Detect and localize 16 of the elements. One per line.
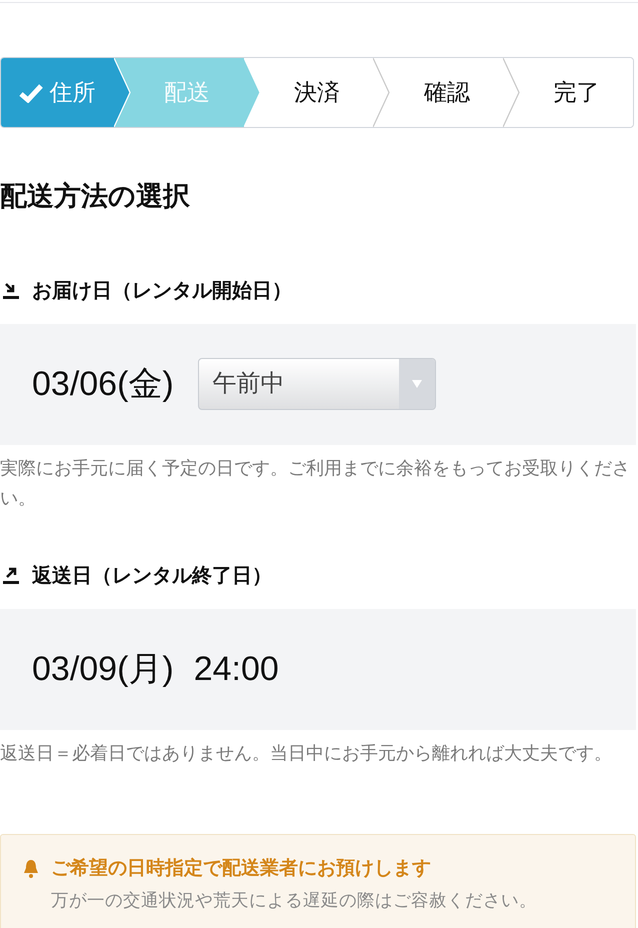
section-heading: お届け日（レンタル開始日） (32, 278, 292, 304)
tray-out-icon (0, 566, 22, 585)
date-text: 03/06(金) (32, 364, 174, 405)
time-select[interactable]: 午前中 (198, 358, 436, 410)
tray-in-icon (0, 282, 22, 300)
dropdown-caret-icon (410, 379, 423, 390)
time-text: 24:00 (194, 648, 279, 690)
date-text: 03/09(月) (32, 648, 174, 690)
note-text: 返送日＝必着日ではありません。当日中にお手元から離れれば大丈夫です。 (0, 742, 613, 765)
page-title: 配送方法の選択 (0, 180, 191, 213)
check-icon (19, 82, 44, 102)
section-heading: 返送日（レンタル終了日） (32, 564, 272, 589)
alert-title: ご希望の日時指定で配送業者にお預けします (51, 856, 431, 881)
bell-icon (23, 859, 39, 879)
note-text: 実際にお手元に届く予定の日です。ご利用までに余裕をもってお受取りください。 (0, 456, 631, 510)
alert-text: 万が一の交通状況や荒天による遅延の際はご容赦ください。 (51, 889, 538, 912)
